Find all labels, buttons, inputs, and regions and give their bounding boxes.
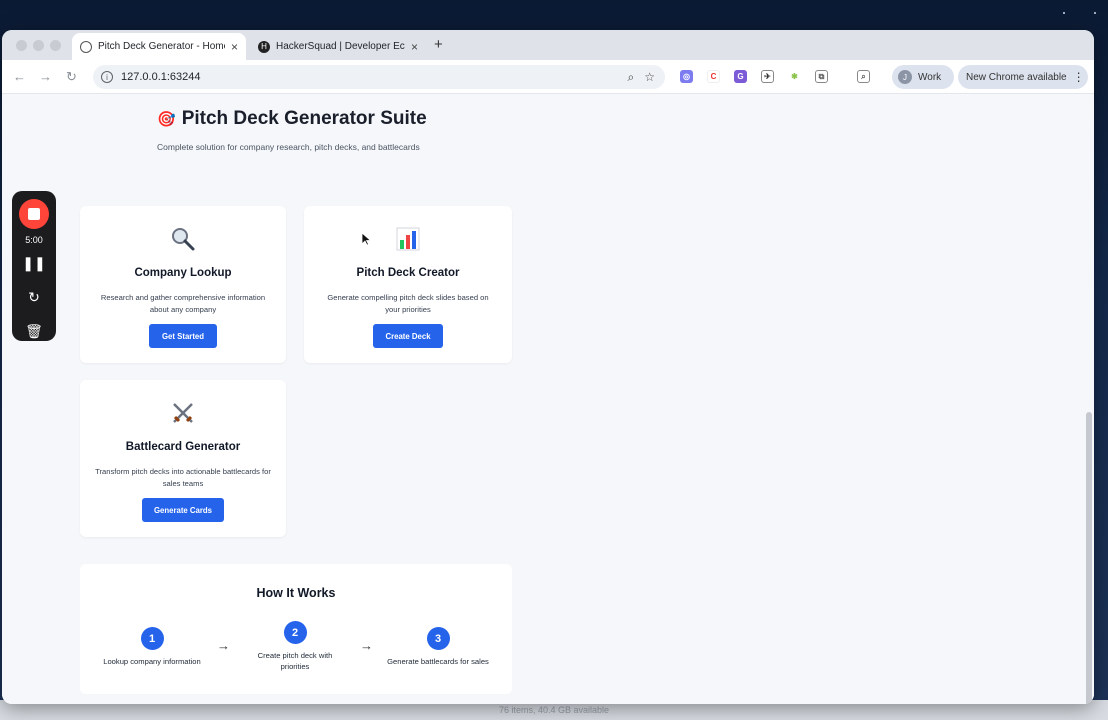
step-1: 1 Lookup company information	[94, 627, 210, 667]
tab-search-icon[interactable]: ⌕	[857, 70, 870, 83]
site-info-icon[interactable]: i	[101, 71, 113, 83]
card-title: Pitch Deck Creator	[356, 267, 460, 279]
tab-strip: Pitch Deck Generator - Home × H HackerSq…	[2, 30, 1094, 60]
avatar: J	[898, 70, 912, 84]
page-content: 🎯 Pitch Deck Generator Suite Complete so…	[2, 94, 1094, 704]
browser-toolbar: ← → ↻ i 127.0.0.1:63244 ⌕ ☆ ◎ C G ✈ ✱ ⧉ …	[2, 60, 1094, 94]
step-label: Create pitch deck with priorities	[257, 651, 333, 671]
section-title: How It Works	[256, 586, 336, 600]
bookmark-star-icon[interactable]: ☆	[644, 70, 655, 84]
extension-icon[interactable]: ◎	[680, 70, 693, 83]
extension-spark-icon[interactable]: ✱	[788, 70, 801, 83]
close-window-button[interactable]	[16, 40, 27, 51]
how-it-works-section: How It Works 1 Lookup company informatio…	[80, 564, 512, 694]
extension-c-icon[interactable]: C	[707, 70, 720, 83]
page-subtitle: Complete solution for company research, …	[157, 142, 420, 152]
step-3: 3 Generate battlecards for sales	[378, 627, 498, 667]
step-2: 2 Create pitch deck with priorities	[247, 621, 343, 672]
extension-g-icon[interactable]: G	[734, 70, 747, 83]
card-title: Battlecard Generator	[125, 441, 241, 453]
bar-chart-icon	[304, 226, 512, 252]
step-number: 3	[426, 627, 450, 650]
page-title: Pitch Deck Generator Suite	[181, 108, 427, 129]
card-title: Company Lookup	[134, 267, 232, 279]
tab-title: HackerSquad | Developer Eco	[276, 41, 405, 52]
update-label: New Chrome available	[966, 71, 1067, 83]
extension-send-icon[interactable]: ✈	[761, 70, 774, 83]
arrow-right-icon: →	[217, 638, 230, 653]
step-number: 1	[140, 627, 164, 650]
card-company-lookup: Company Lookup Research and gather compr…	[80, 206, 286, 363]
scrollbar[interactable]	[1086, 412, 1092, 704]
target-icon: 🎯	[157, 111, 176, 128]
forward-arrow-icon[interactable]: →	[39, 69, 52, 84]
card-description: Research and gather comprehensive inform…	[100, 293, 266, 314]
create-deck-button[interactable]: Create Deck	[373, 324, 443, 348]
chrome-update-button[interactable]: New Chrome available ⋮	[958, 65, 1088, 89]
back-arrow-icon[interactable]: ←	[13, 69, 26, 84]
star	[1094, 12, 1096, 14]
arrow-right-icon: →	[360, 638, 373, 653]
tab-hackersquad[interactable]: H HackerSquad | Developer Eco ×	[250, 33, 426, 60]
screen-recorder-widget: 5:00 ❚❚ ↻ 🗑	[12, 191, 56, 341]
generate-cards-button[interactable]: Generate Cards	[142, 498, 224, 522]
zoom-icon[interactable]: ⌕	[628, 70, 635, 85]
crossed-swords-icon	[80, 400, 286, 426]
browser-window: Pitch Deck Generator - Home × H HackerSq…	[2, 30, 1094, 704]
tab-title: Pitch Deck Generator - Home	[98, 41, 225, 52]
profile-label: Work	[918, 71, 942, 83]
pause-icon[interactable]: ❚❚	[12, 255, 56, 272]
url-text[interactable]: 127.0.0.1:63244	[121, 71, 628, 83]
minimize-window-button[interactable]	[33, 40, 44, 51]
close-tab-icon[interactable]: ×	[231, 40, 238, 54]
close-tab-icon[interactable]: ×	[411, 40, 418, 54]
stop-recording-button[interactable]	[19, 199, 49, 229]
reload-icon[interactable]: ↻	[66, 69, 77, 85]
more-menu-icon[interactable]: ⋮	[1073, 70, 1085, 84]
star	[1063, 12, 1065, 14]
address-bar[interactable]: i 127.0.0.1:63244 ⌕ ☆	[93, 65, 665, 89]
tab-pitch-deck-home[interactable]: Pitch Deck Generator - Home ×	[72, 33, 246, 60]
step-label: Lookup company information	[103, 657, 201, 666]
magnifier-icon	[80, 226, 286, 252]
zoom-window-button[interactable]	[50, 40, 61, 51]
hackersquad-logo-icon: H	[258, 40, 270, 53]
page-title-row: 🎯 Pitch Deck Generator Suite	[157, 108, 427, 130]
recording-timer: 5:00	[25, 235, 43, 245]
card-battlecard-generator: Battlecard Generator Transform pitch dec…	[80, 380, 286, 537]
trash-icon[interactable]: 🗑	[12, 323, 56, 340]
card-pitch-deck-creator: Pitch Deck Creator Generate compelling p…	[304, 206, 512, 363]
card-description: Generate compelling pitch deck slides ba…	[327, 293, 489, 314]
step-label: Generate battlecards for sales	[387, 657, 489, 666]
new-tab-button[interactable]: +	[434, 36, 443, 53]
step-number: 2	[283, 621, 307, 644]
restart-icon[interactable]: ↻	[12, 289, 56, 306]
card-description: Transform pitch decks into actionable ba…	[95, 467, 271, 488]
globe-icon	[80, 40, 92, 53]
extensions-puzzle-icon[interactable]: ⧉	[815, 70, 828, 83]
mouse-cursor-icon	[362, 233, 371, 246]
get-started-button[interactable]: Get Started	[149, 324, 217, 348]
profile-button[interactable]: J Work	[892, 65, 954, 89]
